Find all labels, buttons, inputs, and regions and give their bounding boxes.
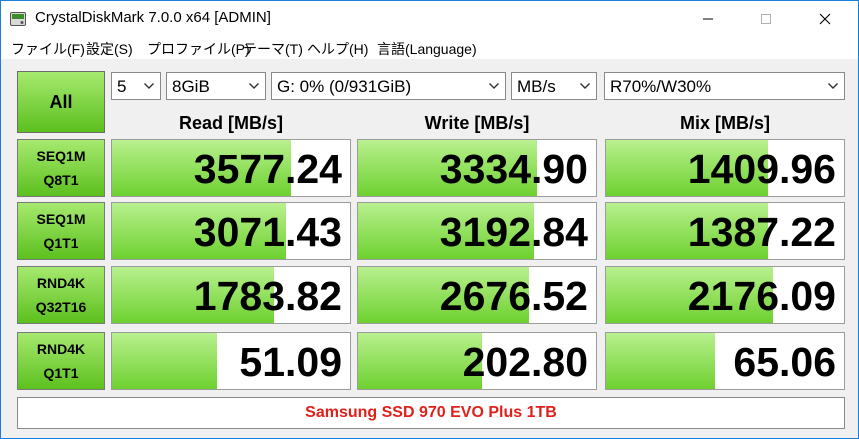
row-label-line1: SEQ1M xyxy=(36,211,86,227)
chevron-down-icon xyxy=(144,83,154,89)
result-bar xyxy=(112,333,217,389)
result-value: 3334.90 xyxy=(439,146,588,192)
menu-help[interactable]: ヘルプ(H) xyxy=(307,39,368,59)
row-label-line1: RND4K xyxy=(36,275,86,291)
mix-ratio-select[interactable]: R70%/W30% xyxy=(604,72,845,100)
row-label-line1: SEQ1M xyxy=(36,148,86,164)
result-value: 1783.82 xyxy=(193,273,342,319)
result-read-rnd4k-q32t16: 1783.82 xyxy=(111,266,351,324)
chevron-down-icon xyxy=(489,83,499,89)
test-count-value: 5 xyxy=(117,77,127,96)
result-value: 202.80 xyxy=(462,339,588,385)
write-column-header: Write [MB/s] xyxy=(424,113,530,133)
drive-value: G: 0% (0/931GiB) xyxy=(277,77,412,96)
test-size-select[interactable]: 8GiB xyxy=(166,72,266,100)
chevron-down-icon xyxy=(828,83,838,89)
title-bar[interactable]: CrystalDiskMark 7.0.0 x64 [ADMIN] xyxy=(1,1,858,37)
maximize-button[interactable] xyxy=(743,1,789,37)
test-size-value: 8GiB xyxy=(172,77,210,96)
minimize-icon xyxy=(703,18,713,20)
result-read-rnd4k-q1t1: 51.09 xyxy=(111,332,351,390)
seq1m-q8t1-button[interactable]: SEQ1M Q8T1 xyxy=(17,139,105,197)
row-label-line2: Q32T16 xyxy=(35,299,87,315)
result-value: 1409.96 xyxy=(687,146,836,192)
result-value: 3577.24 xyxy=(193,146,342,192)
result-mix-rnd4k-q32t16: 2176.09 xyxy=(605,266,845,324)
result-read-seq1m-q1t1: 3071.43 xyxy=(111,202,351,260)
mix-column-header: Mix [MB/s] xyxy=(680,113,770,133)
close-icon xyxy=(819,13,831,25)
result-mix-seq1m-q8t1: 1409.96 xyxy=(605,139,845,197)
mix-ratio-value: R70%/W30% xyxy=(610,77,712,96)
result-value: 2176.09 xyxy=(687,273,836,319)
result-write-rnd4k-q1t1: 202.80 xyxy=(357,332,597,390)
result-write-seq1m-q8t1: 3334.90 xyxy=(357,139,597,197)
result-mix-rnd4k-q1t1: 65.06 xyxy=(605,332,845,390)
result-bar xyxy=(606,333,716,389)
chevron-down-icon xyxy=(580,83,590,89)
row-label-line2: Q1T1 xyxy=(43,235,79,251)
result-value: 2676.52 xyxy=(439,273,588,319)
all-button[interactable]: All xyxy=(17,71,105,133)
comment-field[interactable]: Samsung SSD 970 EVO Plus 1TB xyxy=(17,397,845,429)
row-label-line2: Q8T1 xyxy=(43,172,79,188)
test-count-select[interactable]: 5 xyxy=(111,72,161,100)
seq1m-q1t1-button[interactable]: SEQ1M Q1T1 xyxy=(17,202,105,260)
chevron-down-icon xyxy=(249,83,259,89)
read-column-header: Read [MB/s] xyxy=(178,113,283,133)
menu-settings[interactable]: 設定(S) xyxy=(86,39,133,59)
result-value: 65.06 xyxy=(733,339,836,385)
result-write-seq1m-q1t1: 3192.84 xyxy=(357,202,597,260)
menu-profile[interactable]: プロファイル(P) xyxy=(147,39,250,59)
result-read-seq1m-q8t1: 3577.24 xyxy=(111,139,351,197)
result-value: 51.09 xyxy=(239,339,342,385)
drive-select[interactable]: G: 0% (0/931GiB) xyxy=(271,72,506,100)
result-value: 3071.43 xyxy=(193,209,342,255)
row-label-line2: Q1T1 xyxy=(43,365,79,381)
app-window: CrystalDiskMark 7.0.0 x64 [ADMIN] ファイル(F… xyxy=(0,0,859,439)
app-icon xyxy=(10,11,26,27)
menu-bar: ファイル(F) 設定(S) プロファイル(P) テーマ(T) ヘルプ(H) 言語… xyxy=(1,37,858,59)
menu-language[interactable]: 言語(Language) xyxy=(377,39,477,59)
unit-select[interactable]: MB/s xyxy=(511,72,597,100)
minimize-button[interactable] xyxy=(685,1,731,37)
close-button[interactable] xyxy=(802,1,848,37)
result-write-rnd4k-q32t16: 2676.52 xyxy=(357,266,597,324)
unit-value: MB/s xyxy=(517,77,556,96)
row-label-line1: RND4K xyxy=(36,341,86,357)
menu-theme[interactable]: テーマ(T) xyxy=(243,39,303,59)
window-title: CrystalDiskMark 7.0.0 x64 [ADMIN] xyxy=(35,9,271,26)
result-value: 1387.22 xyxy=(687,209,836,255)
rnd4k-q32t16-button[interactable]: RND4K Q32T16 xyxy=(17,266,105,324)
menu-file[interactable]: ファイル(F) xyxy=(11,39,85,59)
result-mix-seq1m-q1t1: 1387.22 xyxy=(605,202,845,260)
rnd4k-q1t1-button[interactable]: RND4K Q1T1 xyxy=(17,332,105,390)
maximize-icon xyxy=(761,14,771,24)
result-value: 3192.84 xyxy=(439,209,588,255)
